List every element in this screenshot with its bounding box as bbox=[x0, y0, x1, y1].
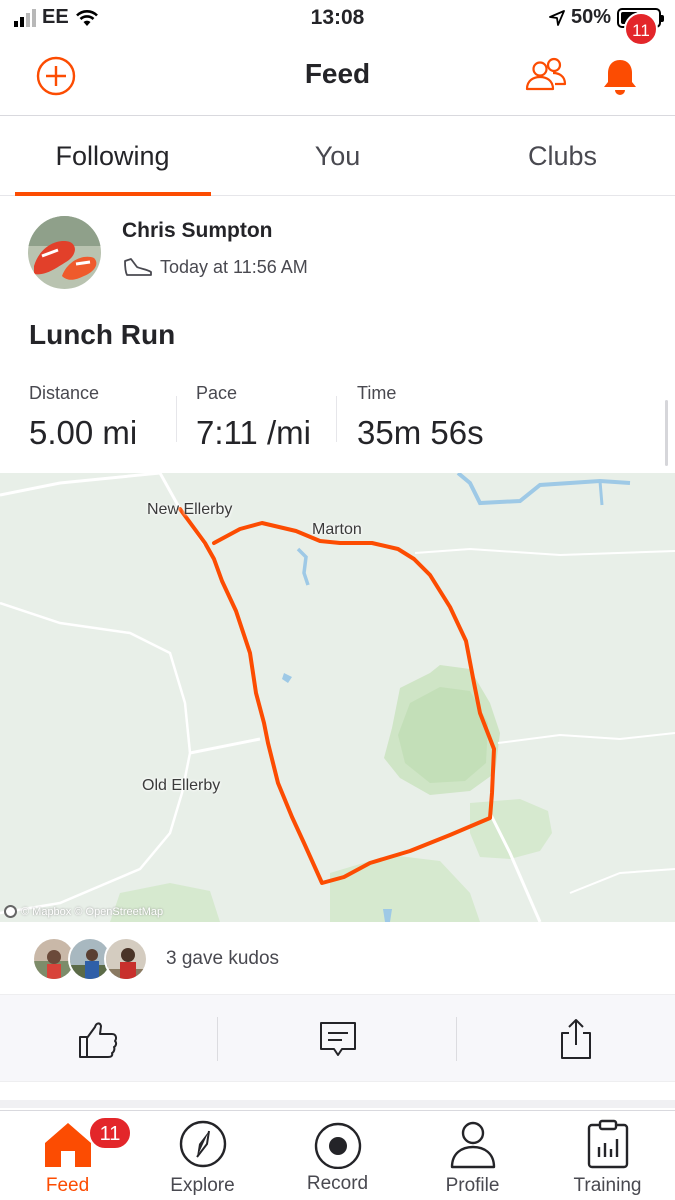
shoe-icon bbox=[124, 258, 152, 276]
athlete-name[interactable]: Chris Sumpton bbox=[122, 219, 273, 243]
nav-training[interactable]: Training bbox=[540, 1111, 675, 1200]
stat-label: Pace bbox=[196, 383, 238, 403]
comment-button[interactable] bbox=[316, 1017, 360, 1061]
active-tab-indicator bbox=[15, 192, 211, 196]
map-place-label: New Ellerby bbox=[147, 501, 233, 518]
notification-badge: 11 bbox=[624, 12, 658, 46]
next-card-edge bbox=[0, 1100, 675, 1108]
tab-clubs[interactable]: Clubs bbox=[450, 116, 675, 196]
nav-label: Record bbox=[306, 1173, 369, 1194]
scroll-indicator[interactable] bbox=[665, 400, 668, 466]
map-attribution[interactable]: © Mapbox © OpenStreetMap bbox=[4, 905, 163, 918]
route-map[interactable]: New Ellerby Marton Old Ellerby © Mapbox … bbox=[0, 473, 675, 922]
home-icon bbox=[45, 1123, 91, 1167]
stat-divider bbox=[336, 396, 337, 442]
mapbox-logo-icon bbox=[4, 905, 17, 918]
nav-explore[interactable]: Explore bbox=[135, 1111, 270, 1200]
record-icon bbox=[314, 1122, 362, 1169]
feed-header: Feed bbox=[0, 38, 675, 116]
map-place-label: Marton bbox=[312, 521, 362, 538]
map-attribution-text: © Mapbox © OpenStreetMap bbox=[21, 905, 164, 918]
find-friends-button[interactable] bbox=[524, 56, 568, 96]
nav-label: Profile bbox=[445, 1175, 500, 1196]
nav-record[interactable]: Record bbox=[270, 1111, 405, 1200]
action-divider bbox=[217, 1017, 218, 1061]
activity-actions bbox=[0, 994, 675, 1082]
stat-distance: Distance 5.00 mi bbox=[29, 383, 137, 452]
feed-badge: 11 bbox=[88, 1116, 132, 1150]
notifications-bell-button[interactable] bbox=[598, 54, 642, 98]
activity-timestamp: Today at 11:56 AM bbox=[160, 256, 308, 277]
share-button[interactable] bbox=[554, 1017, 598, 1061]
kudos-row[interactable]: 3 gave kudos bbox=[0, 922, 675, 994]
activity-meta: Today at 11:56 AM bbox=[122, 255, 308, 279]
stat-time: Time 35m 56s bbox=[357, 383, 484, 452]
feed-tabs: Following You Clubs bbox=[0, 116, 675, 196]
nav-profile[interactable]: Profile bbox=[405, 1111, 540, 1200]
status-bar: EE 13:08 50% bbox=[0, 0, 675, 38]
action-divider bbox=[456, 1017, 457, 1061]
location-arrow-icon bbox=[549, 9, 565, 26]
tab-following[interactable]: Following bbox=[0, 116, 225, 196]
stat-label: Distance bbox=[29, 383, 100, 403]
stat-value: 7:11 /mi bbox=[196, 414, 311, 451]
clipboard-chart-icon bbox=[587, 1119, 629, 1169]
kudos-count-text[interactable]: 3 gave kudos bbox=[166, 948, 279, 970]
compass-icon bbox=[179, 1120, 227, 1168]
stat-label: Time bbox=[357, 383, 397, 403]
stat-value: 5.00 mi bbox=[29, 414, 138, 451]
stat-pace: Pace 7:11 /mi bbox=[196, 383, 311, 452]
kudos-thumbs-up-button[interactable] bbox=[76, 1017, 120, 1061]
nav-label: Feed bbox=[45, 1175, 90, 1196]
page-title: Feed bbox=[304, 58, 371, 89]
activity-title[interactable]: Lunch Run bbox=[29, 319, 175, 351]
nav-label: Training bbox=[573, 1175, 642, 1196]
kudos-avatar bbox=[104, 937, 148, 981]
stat-divider bbox=[176, 396, 177, 442]
nav-label: Explore bbox=[170, 1175, 235, 1196]
athlete-avatar[interactable] bbox=[28, 216, 101, 289]
map-place-label: Old Ellerby bbox=[142, 777, 221, 794]
tab-you[interactable]: You bbox=[225, 116, 450, 196]
battery-percent: 50% bbox=[570, 6, 611, 28]
stat-value: 35m 56s bbox=[357, 414, 484, 451]
person-icon bbox=[450, 1121, 496, 1169]
